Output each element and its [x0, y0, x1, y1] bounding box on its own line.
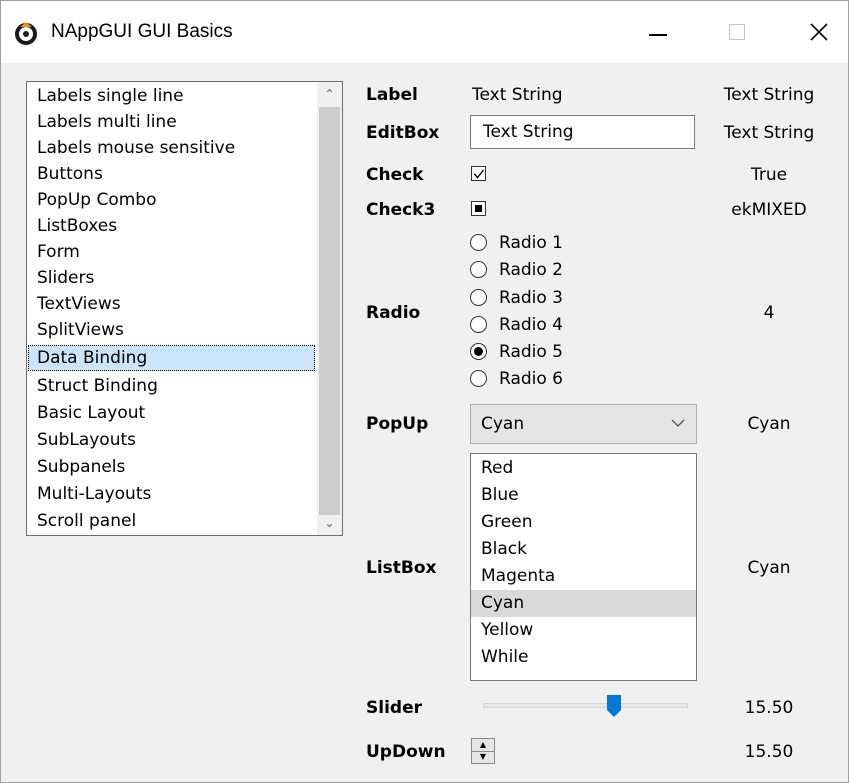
radio-circle-icon [470, 316, 487, 333]
list-item[interactable]: Labels single line [28, 83, 315, 109]
list-item[interactable]: While [471, 644, 696, 671]
radio-circle-icon [470, 261, 487, 278]
close-icon [810, 23, 828, 41]
app-window: NAppGUI GUI Basics Labels single line La… [0, 0, 849, 783]
list-item[interactable]: Blue [471, 482, 696, 509]
close-button[interactable] [788, 1, 848, 63]
list-item[interactable]: Sliders [28, 265, 315, 291]
popup-label: PopUp [366, 414, 429, 434]
list-item-selected[interactable]: Cyan [471, 590, 696, 617]
list-item[interactable]: Form [28, 239, 315, 265]
radio-option-label: Radio 3 [499, 288, 563, 308]
slider-label: Slider [366, 698, 422, 718]
minimize-button[interactable] [628, 1, 688, 63]
list-item[interactable]: Green [471, 509, 696, 536]
list-item[interactable]: Red [471, 455, 696, 482]
check3-checkbox[interactable] [471, 201, 486, 216]
slider-value: 15.50 [744, 698, 794, 718]
radio-option-label: Radio 6 [499, 369, 563, 389]
radio-circle-icon [470, 289, 487, 306]
list-item[interactable]: Scroll panel [28, 508, 315, 534]
title-bar[interactable]: NAppGUI GUI Basics [1, 1, 848, 63]
list-item[interactable]: PopUp Combo [28, 187, 315, 213]
list-item[interactable]: Labels mouse sensitive [28, 135, 315, 161]
chevron-down-icon[interactable]: ⌄ [317, 512, 342, 534]
check3-label: Check3 [366, 200, 436, 220]
list-item[interactable]: SplitViews [28, 317, 315, 343]
radio-circle-icon [470, 343, 487, 360]
list-item[interactable]: Struct Binding [28, 373, 315, 399]
app-logo-icon [15, 22, 37, 45]
list-item[interactable]: Basic Layout [28, 400, 315, 426]
check3-value: ekMIXED [731, 200, 807, 220]
popup-selected-value: Cyan [481, 414, 525, 434]
demo-list[interactable]: Labels single line Labels multi line Lab… [26, 81, 343, 536]
vertical-scrollbar[interactable]: ⌃ ⌄ [317, 82, 342, 535]
popup-value: Cyan [747, 414, 791, 434]
list-item[interactable]: Magenta [471, 563, 696, 590]
label-value: Text String [723, 85, 815, 105]
list-item[interactable]: SubLayouts [28, 427, 315, 453]
updown-stepper[interactable]: ▲ ▼ [471, 738, 495, 764]
color-listbox[interactable]: Red Blue Green Black Magenta Cyan Yellow… [470, 453, 697, 681]
radio-circle-icon [470, 370, 487, 387]
radio-label: Radio [366, 303, 421, 323]
editbox-value: Text String [723, 123, 815, 143]
maximize-icon [729, 24, 745, 40]
radio-option-label: Radio 5 [499, 342, 563, 362]
listbox-value: Cyan [747, 558, 791, 578]
list-item[interactable]: Multi-Layouts [28, 481, 315, 507]
label-text: Text String [472, 85, 563, 105]
color-popup[interactable]: Cyan [470, 404, 697, 444]
radio-value: 4 [763, 303, 775, 323]
slider-track[interactable] [483, 703, 688, 708]
list-item[interactable]: Black [471, 536, 696, 563]
radio-circle-icon [470, 234, 487, 251]
list-item[interactable]: Buttons [28, 161, 315, 187]
radio-option-label: Radio 1 [499, 233, 563, 253]
updown-value: 15.50 [744, 742, 794, 762]
label-label: Label [366, 85, 418, 105]
list-item[interactable]: Subpanels [28, 454, 315, 480]
check-value: True [750, 165, 788, 185]
check-label: Check [366, 165, 424, 185]
minimize-icon [649, 34, 667, 36]
editbox-label: EditBox [366, 123, 440, 143]
window-title: NAppGUI GUI Basics [51, 21, 233, 42]
decrement-arrow-icon[interactable]: ▼ [472, 751, 494, 763]
list-item[interactable]: ListBoxes [28, 213, 315, 239]
text-edit-field[interactable]: Text String [470, 115, 695, 149]
list-item-selected[interactable]: Data Binding [28, 345, 315, 371]
radio-option-label: Radio 4 [499, 315, 563, 335]
radio-option-label: Radio 2 [499, 260, 563, 280]
list-item[interactable]: Labels multi line [28, 109, 315, 135]
mixed-state-icon [475, 205, 482, 212]
slider-thumb[interactable] [607, 695, 622, 717]
check-checkbox[interactable] [471, 166, 486, 181]
chevron-down-icon [671, 419, 685, 427]
maximize-button[interactable] [709, 1, 769, 63]
list-item[interactable]: Yellow [471, 617, 696, 644]
chevron-up-icon[interactable]: ⌃ [317, 83, 342, 105]
updown-label: UpDown [366, 742, 446, 762]
scroll-thumb[interactable] [319, 107, 340, 515]
checkmark-icon [473, 169, 485, 179]
listbox-label: ListBox [366, 558, 437, 578]
list-item[interactable]: TextViews [28, 291, 315, 317]
radio-selected-dot-icon [474, 347, 483, 356]
